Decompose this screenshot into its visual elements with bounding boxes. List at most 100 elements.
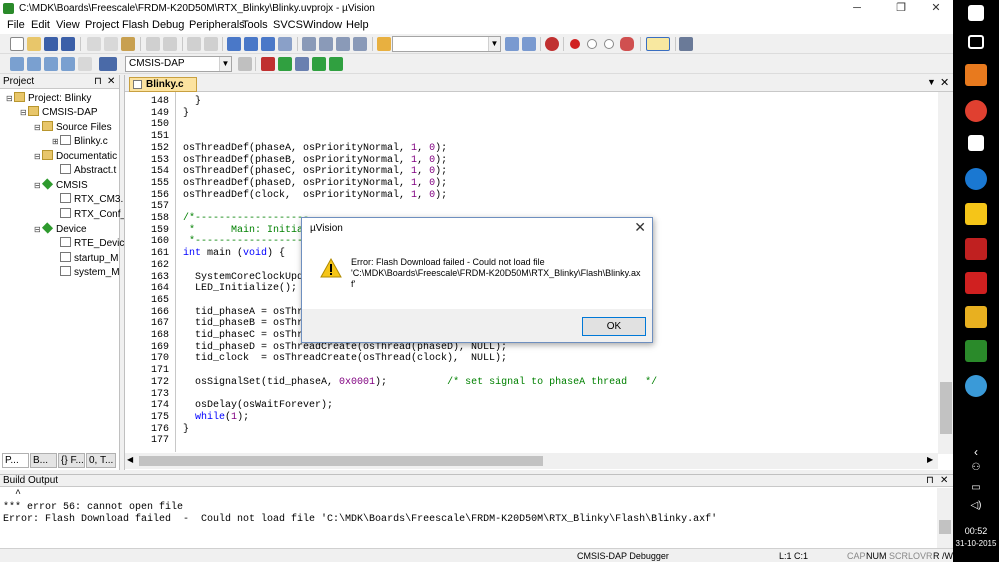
tab-blinky-c[interactable]: Blinky.c [129,77,197,92]
batch-build-icon[interactable] [61,57,75,71]
stop-build-icon[interactable] [78,57,92,71]
tree-item-cmsis[interactable]: ⊟ CMSIS [34,178,88,193]
tab-templates[interactable]: 0, T... [86,453,116,468]
undo-icon[interactable] [146,37,160,51]
chrome-icon[interactable] [965,100,987,122]
target-select[interactable]: CMSIS-DAP ▼ [125,56,232,72]
comment-icon[interactable] [336,37,350,51]
run-time-environment-icon[interactable] [329,57,343,71]
save-icon[interactable] [44,37,58,51]
menu-project[interactable]: Project [85,19,119,31]
indent-icon[interactable] [302,37,316,51]
clock-time[interactable]: 00:52 [953,526,999,536]
scroll-left-icon[interactable]: ◀ [127,455,133,464]
debug-session-icon[interactable] [545,37,559,51]
collapse-icon[interactable]: ⊟ [34,150,42,164]
chevron-down-icon[interactable]: ▼ [219,57,231,71]
new-file-icon[interactable] [10,37,24,51]
clear-bookmarks-icon[interactable] [278,37,292,51]
battery-icon[interactable]: ▭ [953,482,999,493]
tree-item-file[interactable]: startup_M [60,252,118,266]
store-icon[interactable] [968,135,984,151]
tree-item-file[interactable]: RTX_CM3. [60,193,123,207]
collapse-icon[interactable]: ⊟ [6,92,14,106]
vertical-scrollbar[interactable] [937,488,953,548]
menu-window[interactable]: Window [303,19,342,31]
menu-flash[interactable]: Flash [122,19,149,31]
manage-rte-icon[interactable] [278,57,292,71]
window-layout-icon[interactable] [646,37,670,51]
close-icon[interactable]: ✕ [940,475,948,487]
tree-item-device[interactable]: ⊟ Device [34,222,87,237]
file-explorer-icon[interactable] [965,203,987,225]
ok-button[interactable]: OK [582,317,646,336]
rebuild-icon[interactable] [44,57,58,71]
eagle-icon[interactable] [965,238,987,260]
pin-icon[interactable]: ⊓ [926,475,934,487]
scroll-thumb[interactable] [940,382,952,434]
network-app-icon[interactable] [965,375,987,397]
tree-item-file[interactable]: system_M [60,266,120,280]
next-bookmark-icon[interactable] [261,37,275,51]
copy-icon[interactable] [104,37,118,51]
find-icon[interactable] [505,37,519,51]
find-combo[interactable]: ▼ [392,36,501,52]
tree-item-target[interactable]: ⊟ CMSIS-DAP [20,106,98,120]
find-in-files-icon[interactable] [377,37,391,51]
tab-functions[interactable]: {} F... [58,453,85,468]
menu-peripherals[interactable]: Peripherals [189,19,245,31]
kill-breakpoints-icon[interactable] [620,37,634,51]
start-icon[interactable] [968,5,984,21]
edge-icon[interactable] [965,168,987,190]
collapse-icon[interactable]: ⊟ [34,179,42,193]
pin-icon[interactable]: ⊓ [94,75,102,89]
chevron-left-icon[interactable]: ‹ [953,445,999,459]
app-orange-icon[interactable] [965,64,987,86]
disable-breakpoint-icon[interactable] [587,39,597,49]
scroll-right-icon[interactable]: ▶ [927,455,933,464]
tree-item-file[interactable]: ⊞ Blinky.c [52,135,108,149]
redo-icon[interactable] [163,37,177,51]
collapse-icon[interactable]: ⊟ [34,121,42,135]
task-view-icon[interactable] [968,35,984,49]
tree-item-file[interactable]: RTE_Devic [60,237,124,251]
menu-debug[interactable]: Debug [152,19,184,31]
tree-item-file[interactable]: Abstract.t [60,164,116,178]
clock-date[interactable]: 31-10-2015 [953,539,999,548]
expand-icon[interactable]: ⊞ [52,135,60,149]
breakpoint-icon[interactable] [570,39,580,49]
bookmark-icon[interactable] [227,37,241,51]
scroll-thumb[interactable] [939,520,951,534]
acrobat-icon[interactable] [965,272,987,294]
unindent-icon[interactable] [319,37,333,51]
open-file-icon[interactable] [27,37,41,51]
minimize-icon[interactable]: ─ [842,0,872,17]
target-options-icon[interactable] [238,57,252,71]
menu-edit[interactable]: Edit [31,19,50,31]
tree-item-project[interactable]: ⊟ Project: Blinky [6,92,91,106]
tree-item-source-files[interactable]: ⊟ Source Files [34,121,112,135]
tab-project[interactable]: P... [2,453,29,468]
nav-forward-icon[interactable] [204,37,218,51]
close-icon[interactable]: ✕ [107,75,115,89]
cut-icon[interactable] [87,37,101,51]
menu-svcs[interactable]: SVCS [273,19,303,31]
manage-project-icon[interactable] [261,57,275,71]
scroll-thumb[interactable] [139,456,543,466]
horizontal-scrollbar[interactable]: ◀ ▶ [125,453,938,469]
load-icon[interactable] [99,57,117,71]
paste-icon[interactable] [121,37,135,51]
tab-books[interactable]: B... [30,453,57,468]
tree-item-documentation[interactable]: ⊟ Documentatic [34,150,117,164]
maximize-icon[interactable]: ❐ [886,0,916,17]
build-icon[interactable] [27,57,41,71]
pack-installer-icon[interactable] [312,57,326,71]
people-icon[interactable]: ⚇ [953,462,999,473]
prev-bookmark-icon[interactable] [244,37,258,51]
incremental-find-icon[interactable] [522,37,536,51]
select-packs-icon[interactable] [295,57,309,71]
app-yellow-icon[interactable] [965,306,987,328]
menu-file[interactable]: File [7,19,25,31]
menu-help[interactable]: Help [346,19,369,31]
configuration-icon[interactable] [679,37,693,51]
